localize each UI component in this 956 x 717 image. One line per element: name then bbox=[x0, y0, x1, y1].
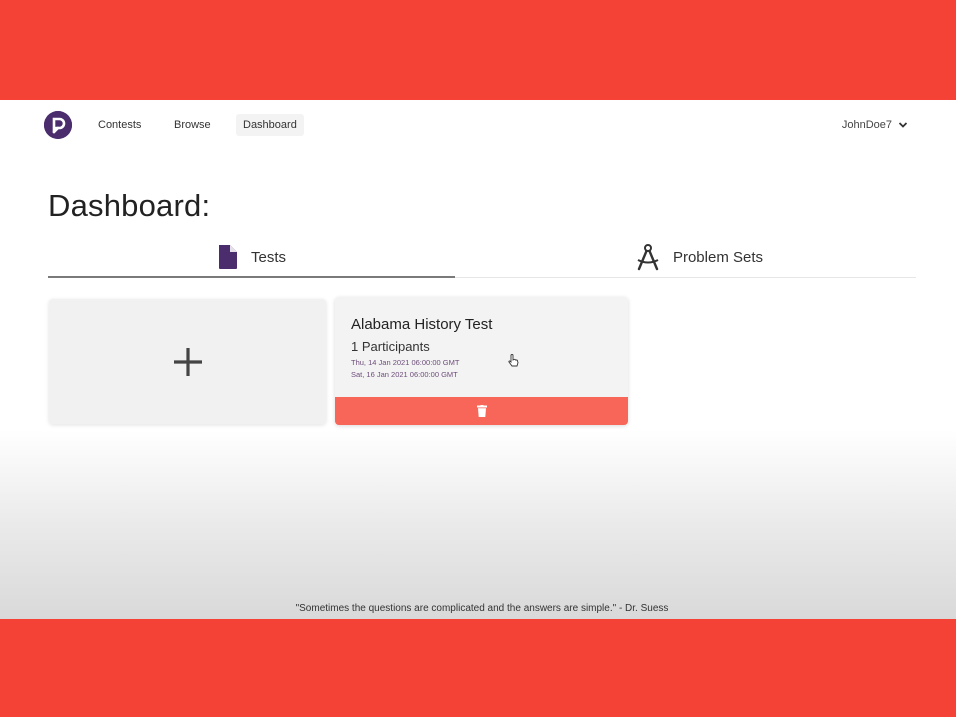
delete-test-button[interactable] bbox=[335, 397, 628, 425]
test-participants: 1 Participants bbox=[351, 339, 430, 354]
tab-tests[interactable]: Tests bbox=[48, 236, 455, 278]
footer-quote: "Sometimes the questions are complicated… bbox=[295, 603, 669, 614]
plus-icon bbox=[173, 347, 202, 376]
app-window: Contests Browse Dashboard JohnDoe7 Dashb… bbox=[0, 100, 956, 619]
p-logo-icon[interactable] bbox=[44, 111, 72, 139]
user-menu[interactable]: JohnDoe7 bbox=[842, 114, 908, 136]
tab-problem-sets[interactable]: Problem Sets bbox=[482, 236, 916, 278]
page-title: Dashboard: bbox=[48, 188, 211, 223]
chevron-down-icon bbox=[898, 122, 908, 128]
top-banner bbox=[0, 0, 956, 100]
nav-browse[interactable]: Browse bbox=[167, 114, 218, 136]
trash-icon bbox=[476, 405, 487, 417]
test-title: Alabama History Test bbox=[351, 316, 493, 333]
tab-bar: Tests Problem Sets bbox=[48, 236, 916, 278]
document-icon bbox=[218, 245, 237, 269]
add-test-card[interactable] bbox=[49, 299, 326, 424]
hand-cursor-icon bbox=[508, 354, 519, 367]
active-tab-indicator bbox=[48, 276, 455, 278]
tab-tests-label: Tests bbox=[250, 248, 286, 266]
test-card[interactable]: Alabama History Test 1 Participants Thu,… bbox=[335, 297, 628, 425]
bottom-banner bbox=[0, 619, 956, 717]
test-end-date: Sat, 16 Jan 2021 06:00:00 GMT bbox=[351, 370, 458, 379]
tab-problem-sets-label: Problem Sets bbox=[672, 248, 764, 266]
nav-contests[interactable]: Contests bbox=[91, 114, 148, 136]
compass-icon bbox=[637, 244, 659, 271]
nav-dashboard[interactable]: Dashboard bbox=[236, 114, 304, 136]
username: JohnDoe7 bbox=[841, 119, 892, 131]
test-start-date: Thu, 14 Jan 2021 06:00:00 GMT bbox=[351, 358, 460, 367]
